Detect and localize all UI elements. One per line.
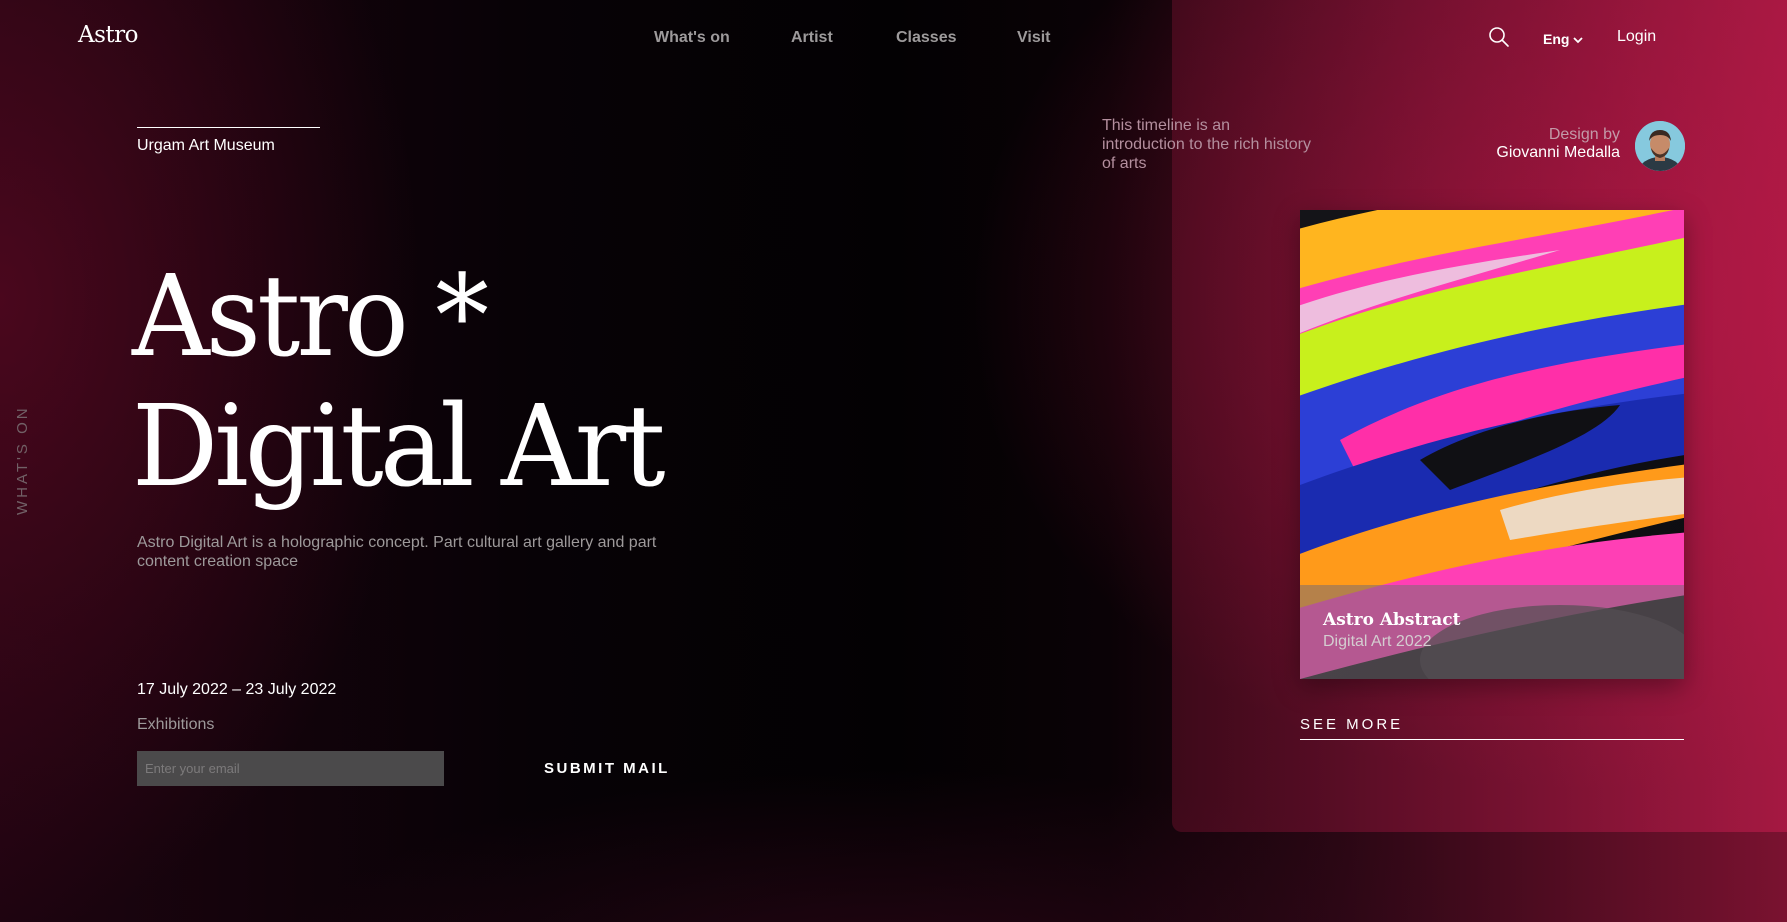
event-category: Exhibitions: [137, 716, 215, 733]
page-title: Astro * Digital Art: [132, 252, 666, 512]
avatar: [1635, 121, 1685, 171]
nav-item-artist[interactable]: Artist: [791, 29, 833, 47]
chevron-down-icon: [1573, 31, 1584, 47]
design-credit: Design by Giovanni Medalla: [1496, 126, 1620, 162]
main-nav: What's on Artist Classes Visit: [0, 29, 1787, 51]
vertical-section-label: WHAT'S ON: [14, 405, 31, 515]
language-label: Eng: [1543, 31, 1570, 47]
language-selector[interactable]: Eng: [1543, 31, 1584, 47]
see-more-link[interactable]: SEE MORE: [1300, 716, 1403, 733]
card-title: Astro Abstract: [1323, 610, 1461, 630]
museum-name: Urgam Art Museum: [137, 137, 275, 154]
submit-mail-button[interactable]: SUBMIT MAIL: [544, 760, 670, 777]
designer-name: Giovanni Medalla: [1496, 144, 1620, 161]
nav-item-visit[interactable]: Visit: [1017, 29, 1051, 47]
artwork-card[interactable]: Astro Abstract Digital Art 2022: [1300, 210, 1684, 679]
card-caption-overlay: [1300, 585, 1684, 679]
timeline-intro: This timeline is an introduction to the …: [1102, 117, 1311, 172]
nav-item-whats-on[interactable]: What's on: [654, 29, 730, 47]
email-field[interactable]: [137, 751, 444, 786]
design-by-label: Design by: [1548, 126, 1620, 143]
card-subtitle: Digital Art 2022: [1323, 633, 1432, 650]
nav-item-classes[interactable]: Classes: [896, 29, 957, 47]
event-dates: 17 July 2022 – 23 July 2022: [137, 681, 337, 698]
museum-divider: [137, 127, 320, 128]
see-more-underline: [1300, 739, 1684, 740]
hero-description: Astro Digital Art is a holographic conce…: [137, 534, 657, 570]
title-line-2: Digital Art: [132, 382, 666, 512]
title-line-1: Astro *: [132, 252, 489, 382]
login-link[interactable]: Login: [1617, 28, 1656, 46]
search-icon[interactable]: [1488, 26, 1510, 48]
